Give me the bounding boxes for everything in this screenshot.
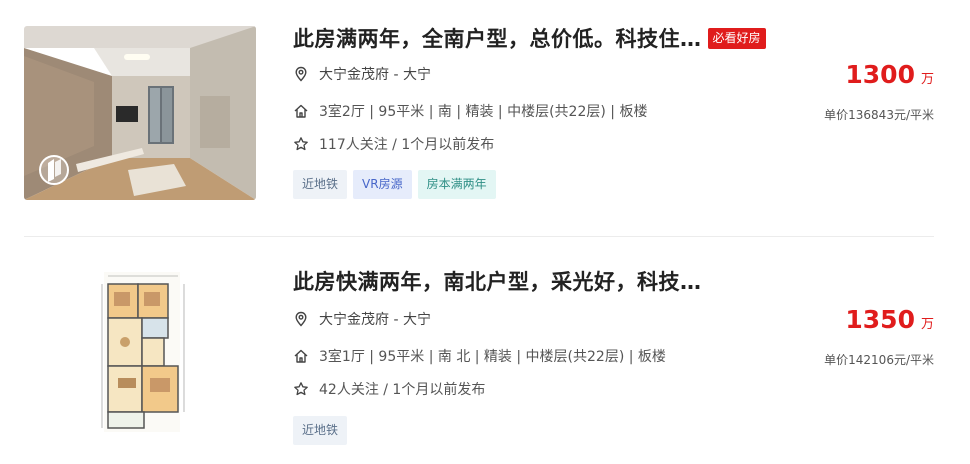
total-price: 1350 万 [845, 305, 934, 334]
room-photo-image [24, 26, 256, 200]
tag-vr: VR房源 [353, 170, 412, 199]
listing-photo[interactable] [24, 262, 256, 436]
star-icon [294, 382, 308, 396]
listing-attributes: 3室2厅 | 95平米 | 南 | 精装 | 中楼层(共22层) | 板楼 [293, 101, 647, 121]
tag-near-subway: 近地铁 [293, 170, 348, 199]
community-link[interactable]: 大宁金茂府 - 大宁 [319, 309, 431, 329]
price-unit: 万 [920, 72, 934, 87]
listing-photo[interactable] [24, 26, 256, 200]
follow-text: 42人关注 / 1个月以前发布 [319, 382, 486, 398]
listing-card[interactable]: 此房满两年，全南户型，总价低。科技住… 必看好房 大宁金茂府 - 大宁 3室2厅… [0, 0, 970, 236]
listing-tags: 近地铁 VR房源 房本满两年 [293, 170, 496, 199]
must-see-badge: 必看好房 [707, 27, 766, 49]
listing-attributes: 3室1厅 | 95平米 | 南 北 | 精装 | 中楼层(共22层) | 板楼 [293, 346, 666, 366]
price-value: 1300 [845, 60, 915, 89]
price-unit: 万 [920, 317, 934, 332]
listing-title[interactable]: 此房快满两年，南北户型，采光好，科技… [293, 266, 702, 296]
community-link[interactable]: 大宁金茂府 - 大宁 [319, 64, 431, 84]
unit-price: 单价142106元/平米 [824, 353, 934, 367]
listing-title[interactable]: 此房满两年，全南户型，总价低。科技住… [293, 23, 702, 53]
attributes-text: 3室2厅 | 95平米 | 南 | 精装 | 中楼层(共22层) | 板楼 [319, 104, 648, 120]
tag-near-subway: 近地铁 [293, 416, 348, 445]
house-icon [294, 104, 308, 118]
listing-follow-info: 117人关注 / 1个月以前发布 [293, 134, 494, 154]
listing-location: 大宁金茂府 - 大宁 [293, 64, 431, 84]
unit-price: 单价136843元/平米 [824, 108, 934, 122]
location-pin-icon [295, 311, 307, 327]
listing-follow-info: 42人关注 / 1个月以前发布 [293, 379, 485, 399]
floor-plan-image [101, 272, 185, 432]
attributes-text: 3室1厅 | 95平米 | 南 北 | 精装 | 中楼层(共22层) | 板楼 [319, 349, 666, 365]
listing-tags: 近地铁 [293, 416, 348, 445]
listing-location: 大宁金茂府 - 大宁 [293, 309, 431, 329]
location-pin-icon [295, 66, 307, 82]
tag-two-years: 房本满两年 [417, 170, 496, 199]
follow-text: 117人关注 / 1个月以前发布 [319, 137, 495, 153]
house-icon [294, 349, 308, 363]
star-icon [294, 137, 308, 151]
price-value: 1350 [845, 305, 915, 334]
total-price: 1300 万 [845, 60, 934, 89]
